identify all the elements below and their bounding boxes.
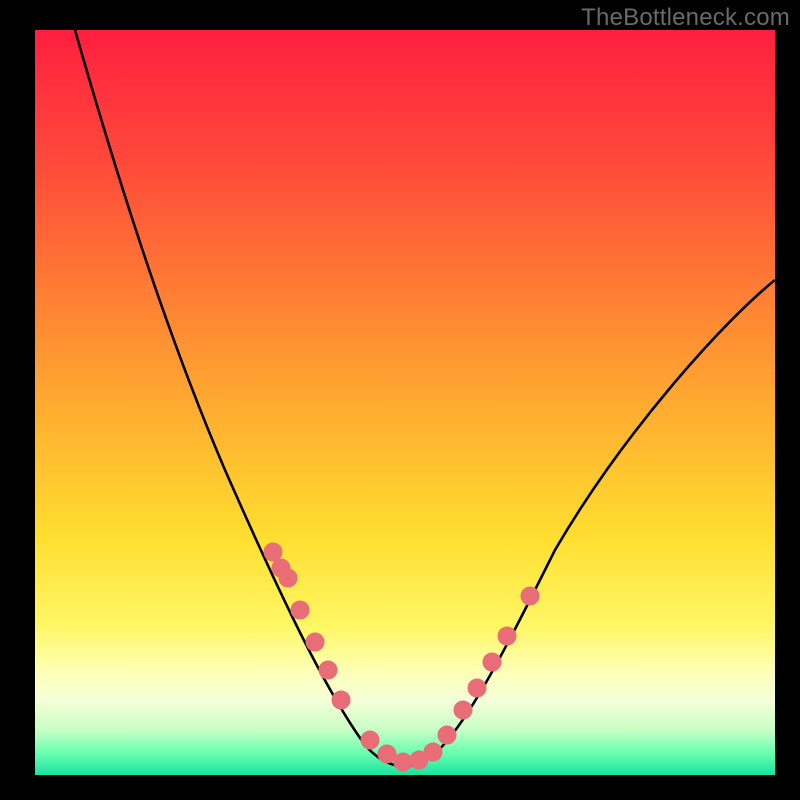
bottleneck-curve bbox=[75, 30, 775, 766]
chart-svg bbox=[35, 30, 775, 775]
marker-group bbox=[264, 543, 539, 771]
chart-frame: TheBottleneck.com bbox=[0, 0, 800, 800]
watermark-label: TheBottleneck.com bbox=[581, 4, 790, 32]
